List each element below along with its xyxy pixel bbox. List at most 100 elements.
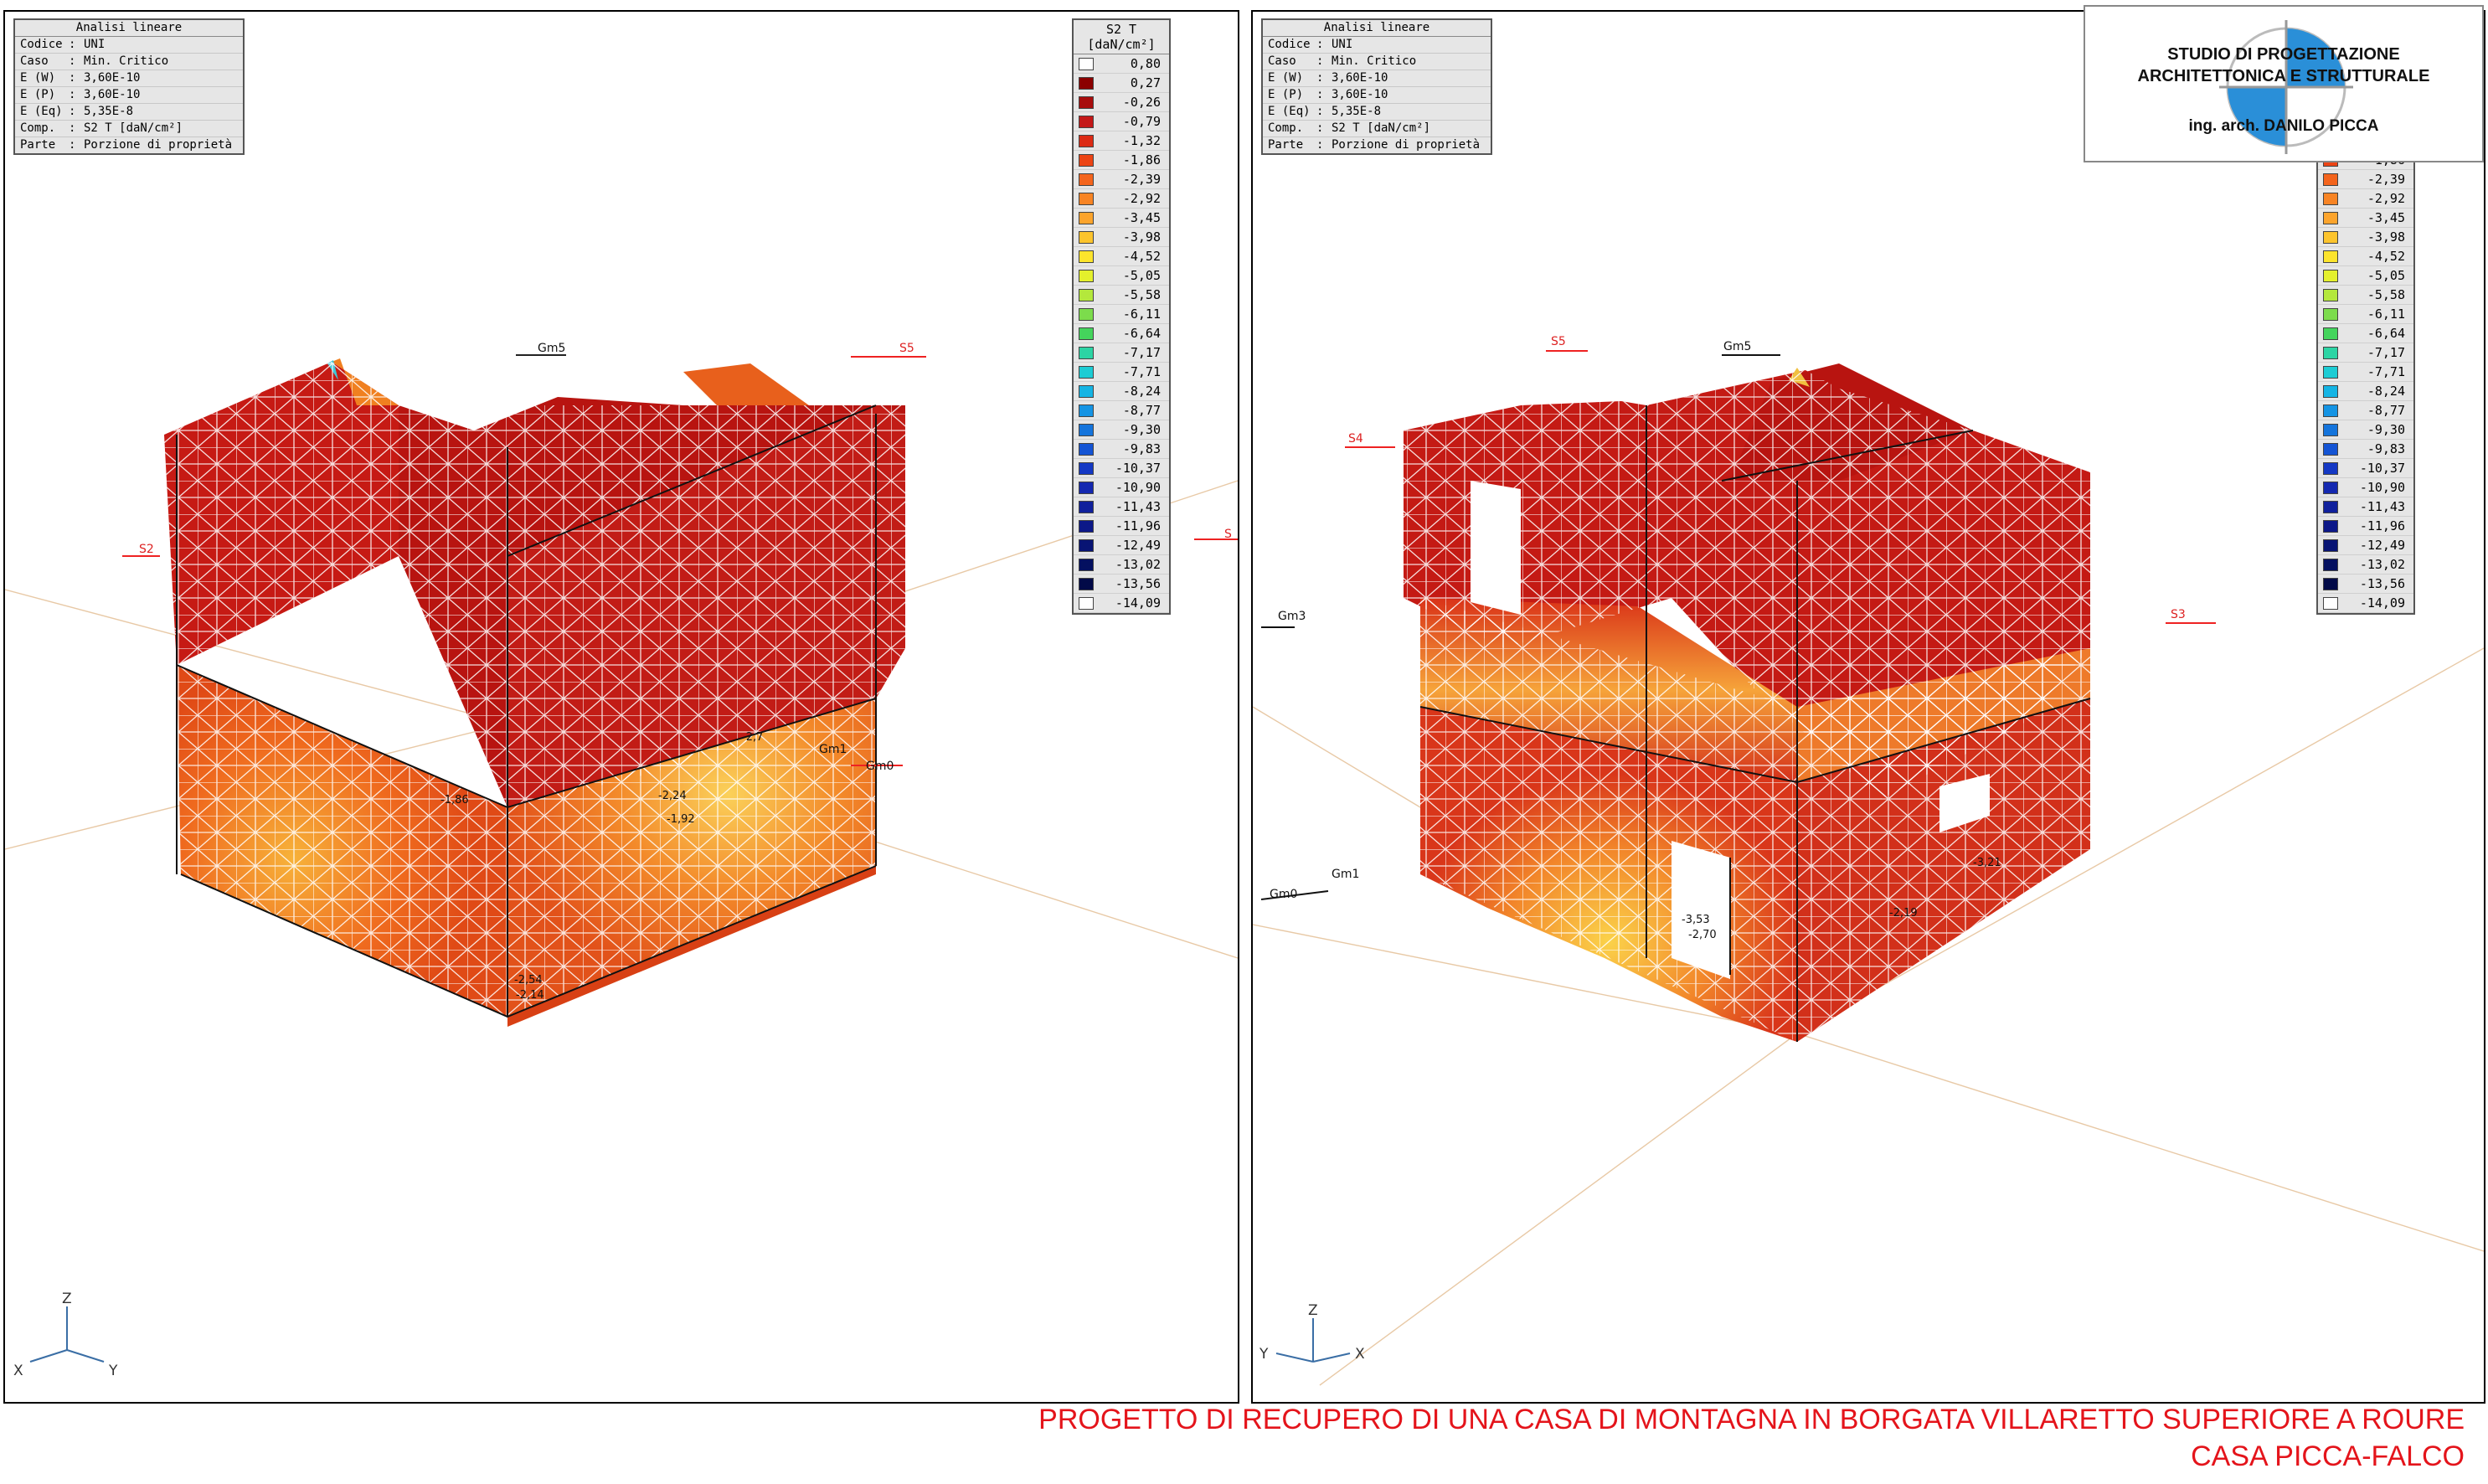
axis-triad [29,1306,105,1363]
legend-value: -9,30 [2367,422,2405,437]
info-title: Analisi lineare [15,20,243,37]
legend-row: -11,43 [2318,497,2413,517]
legend-row: -8,77 [1074,401,1169,420]
legend-value: -7,71 [2367,364,2405,379]
left-fem-model: Gm5 S5 S2 Gm0 S Gm1 -2,24 -1,92 -2,14 -2… [5,342,1238,1379]
stress-legend: S2 T [daN/cm²] 0,80 0,27 -0,26 -0,79 -1,32 -1… [1072,18,1171,615]
project-caption: PROGETTO DI RECUPERO DI UNA CASA DI MONT… [1038,1401,2465,1475]
legend-value: 0,80 [1130,56,1161,71]
legend-row: -3,45 [2318,209,2413,228]
info-row-ew: E (W):3,60E-10 [15,70,243,87]
axis-x-label: X [1355,1346,1365,1363]
legend-swatch [1079,346,1094,359]
legend-value: -11,96 [2359,518,2405,533]
legend-row: -5,05 [2318,266,2413,286]
legend-value: -7,71 [1122,364,1161,379]
legend-swatch [2323,384,2338,398]
legend-swatch [1079,115,1094,128]
legend-row: -14,09 [1074,594,1169,613]
legend-swatch [2323,500,2338,513]
legend-row: -2,39 [1074,170,1169,189]
legend-value: -3,98 [2367,229,2405,245]
legend-swatch [2323,365,2338,379]
legend-swatch [1079,442,1094,456]
legend-row: -2,39 [2318,170,2413,189]
legend-value: -0,26 [1122,95,1161,110]
legend-value: -11,43 [2359,499,2405,514]
legend-value: -11,96 [1115,518,1161,533]
legend-value: -14,09 [2359,595,2405,611]
legend-row: -13,56 [1074,575,1169,594]
analysis-info-panel: Analisi lineare Codice: UNI Caso: Min. Cri… [13,18,245,155]
left-3d-viewport[interactable]: Gm5 S5 S2 Gm0 S Gm1 -2,24 -1,92 -2,14 -2… [3,10,1239,1404]
legend-row: -10,90 [1074,478,1169,497]
legend-swatch [2323,558,2338,571]
legend-swatch [2323,346,2338,359]
legend-row: -5,58 [1074,286,1169,305]
tag-label: Gm1 [819,743,847,756]
legend-row: -7,17 [2318,343,2413,363]
legend-value: -2,92 [2367,191,2405,206]
info-title: Analisi lineare [1263,20,1491,37]
legend-value: -3,45 [2367,210,2405,225]
legend-swatch [2323,250,2338,263]
right-3d-viewport[interactable]: S5 Gm5 S4 Gm3 S3 Gm0 Gm1 -3,53 -2,70 -2,… [1251,10,2485,1404]
right-fem-model: S5 Gm5 S4 Gm3 S3 Gm0 Gm1 -3,53 -2,70 -2,… [1253,335,2484,1386]
legend-row: 0,80 [1074,54,1169,74]
legend-title: S2 T [1105,22,1137,37]
legend-value: -5,58 [1122,287,1161,302]
legend-row: -6,64 [2318,324,2413,343]
legend-value: -6,11 [2367,307,2405,322]
axis-triad [1275,1318,1351,1363]
value-label: -2,14 [516,989,544,1002]
logo-mark-icon [2219,20,2353,154]
legend-row: -13,02 [1074,555,1169,575]
info-row-eeq: E (Eq):5,35E-8 [1263,104,1491,121]
legend-value: -2,92 [1122,191,1161,206]
axis-z-label: Z [1308,1302,1318,1319]
legend-swatch [1079,596,1094,610]
legend-row: -7,71 [1074,363,1169,382]
tag-label: Gm5 [1723,340,1751,353]
value-label: -2,19 [1889,907,1918,920]
studio-logo: STUDIO DI PROGETTAZIONE ARCHITETTONICA E… [2084,5,2484,162]
legend-value: -9,83 [2367,441,2405,456]
legend-value: -7,17 [2367,345,2405,360]
legend-swatch [1079,481,1094,494]
legend-swatch [1079,519,1094,533]
legend-unit: [daN/cm²] [1074,37,1169,54]
info-row-codice: Codice: UNI [1263,37,1491,54]
legend-swatch [2323,519,2338,533]
legend-swatch [1079,153,1094,167]
legend-value: -10,37 [1115,461,1161,476]
legend-swatch [1079,250,1094,263]
legend-swatch [1079,76,1094,90]
value-label: -3,21 [1973,857,2001,869]
legend-swatch [1079,461,1094,475]
legend-swatch [2323,307,2338,321]
axis-z-label: Z [62,1291,72,1307]
legend-swatch [1079,307,1094,321]
legend-row: -6,64 [1074,324,1169,343]
legend-value: -11,43 [1115,499,1161,514]
legend-row: -9,30 [2318,420,2413,440]
tag-label: Gm1 [1332,868,1359,881]
legend-row: -14,09 [2318,594,2413,613]
tag-label: S5 [899,342,914,355]
legend-row: -12,49 [2318,536,2413,555]
legend-value: -14,09 [1115,595,1161,611]
legend-row: -0,79 [1074,112,1169,131]
legend-row: -10,90 [2318,478,2413,497]
value-label: -2,24 [658,790,687,802]
legend-swatch [2323,211,2338,224]
legend-row: -4,52 [1074,247,1169,266]
legend-value: -8,24 [2367,384,2405,399]
value-label: -2,70 [1688,929,1717,941]
legend-row: -12,49 [1074,536,1169,555]
legend-value: -1,86 [1122,152,1161,167]
legend-value: -7,17 [1122,345,1161,360]
caption-line-1: PROGETTO DI RECUPERO DI UNA CASA DI MONT… [1038,1404,2465,1435]
info-row-parte: Parte: Porzione di proprietà [20,138,233,152]
legend-swatch [2323,327,2338,340]
info-row-comp: Comp.: S2 T [daN/cm²] [1263,121,1491,137]
